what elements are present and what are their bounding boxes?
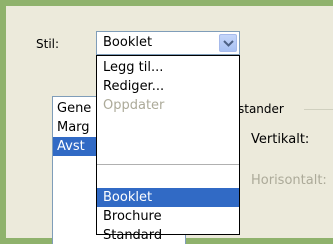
menu-item-brochure[interactable]: Brochure bbox=[97, 207, 239, 226]
menu-item-edit[interactable]: Rediger... bbox=[97, 77, 239, 96]
menu-item-standard[interactable]: Standard bbox=[97, 226, 239, 244]
spacing-group-label: stander bbox=[238, 102, 284, 116]
style-label: Stil: bbox=[36, 37, 60, 51]
vertical-label: Vertikalt: bbox=[251, 132, 310, 147]
group-divider bbox=[304, 109, 333, 110]
menu-item-update: Oppdater bbox=[103, 98, 165, 113]
menu-item-booklet[interactable]: Booklet bbox=[97, 188, 239, 207]
style-dropdown-list: Legg til... Rediger... Oppdater Booklet … bbox=[96, 55, 240, 243]
menu-separator bbox=[97, 164, 239, 165]
page-setup-dialog: Stil: Booklet Gene Marg Avst stander Ver… bbox=[0, 0, 333, 244]
style-combobox-value: Booklet bbox=[103, 35, 153, 50]
menu-item-add[interactable]: Legg til... bbox=[97, 58, 239, 77]
dropdown-arrow-button[interactable] bbox=[219, 34, 237, 52]
chevron-down-icon bbox=[223, 40, 234, 47]
horizontal-label: Horisontalt: bbox=[251, 173, 327, 188]
style-combobox[interactable]: Booklet bbox=[96, 31, 240, 55]
